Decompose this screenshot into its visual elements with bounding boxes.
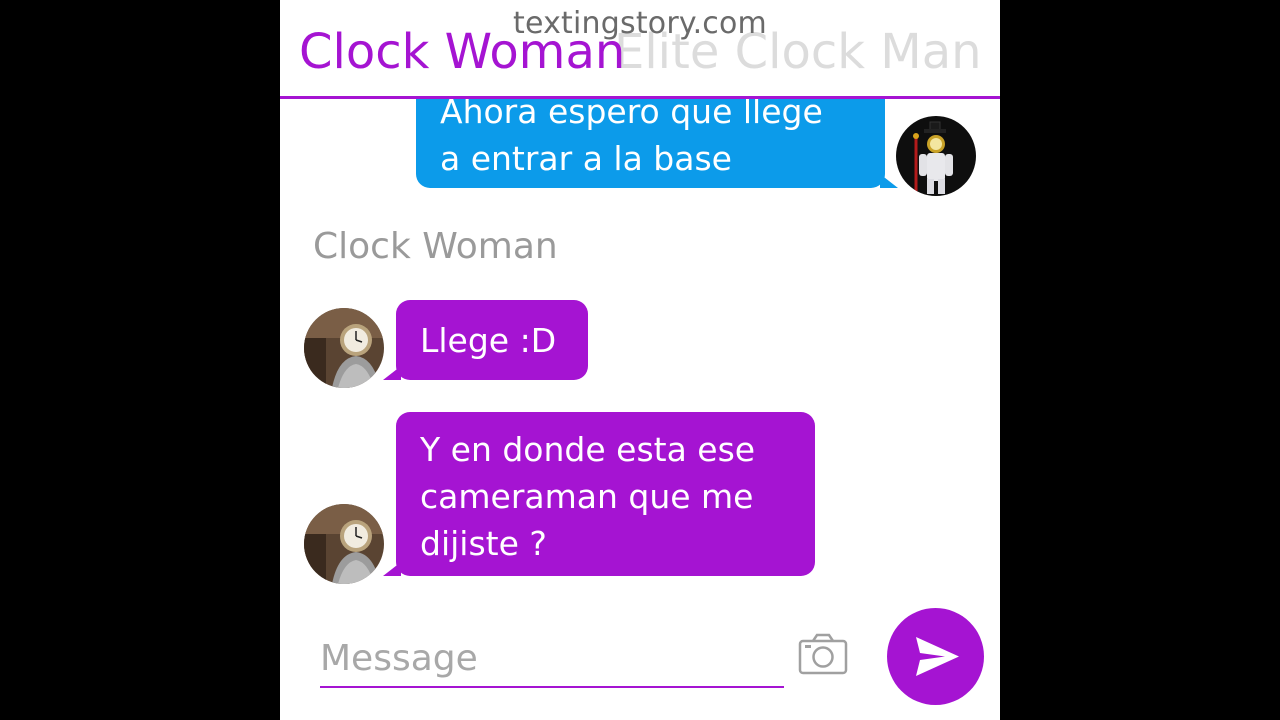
watermark-text: textingstory.com xyxy=(513,6,767,41)
message-line: dijiste ? xyxy=(420,524,547,563)
elite-clock-man-avatar xyxy=(896,116,976,196)
header-divider xyxy=(280,96,1000,99)
clock-woman-avatar xyxy=(304,308,384,388)
message-input[interactable] xyxy=(320,630,784,688)
incoming-message-bubble: Llege :D xyxy=(396,300,588,380)
chat-screen: Ahora espero que llege a entrar a la bas… xyxy=(280,0,1000,720)
message-line: Y en donde esta ese xyxy=(420,430,756,469)
bubble-tail xyxy=(880,174,898,188)
send-button[interactable] xyxy=(887,608,984,705)
sender-name-label: Clock Woman xyxy=(313,226,558,267)
camera-icon[interactable] xyxy=(798,632,850,676)
message-text: Llege :D xyxy=(420,321,557,360)
message-line: cameraman que me xyxy=(420,477,754,516)
incoming-message-bubble: Y en donde esta ese cameraman que me dij… xyxy=(396,412,815,576)
message-line: a entrar a la base xyxy=(440,139,732,178)
clock-woman-avatar xyxy=(304,504,384,584)
send-icon xyxy=(887,637,984,708)
